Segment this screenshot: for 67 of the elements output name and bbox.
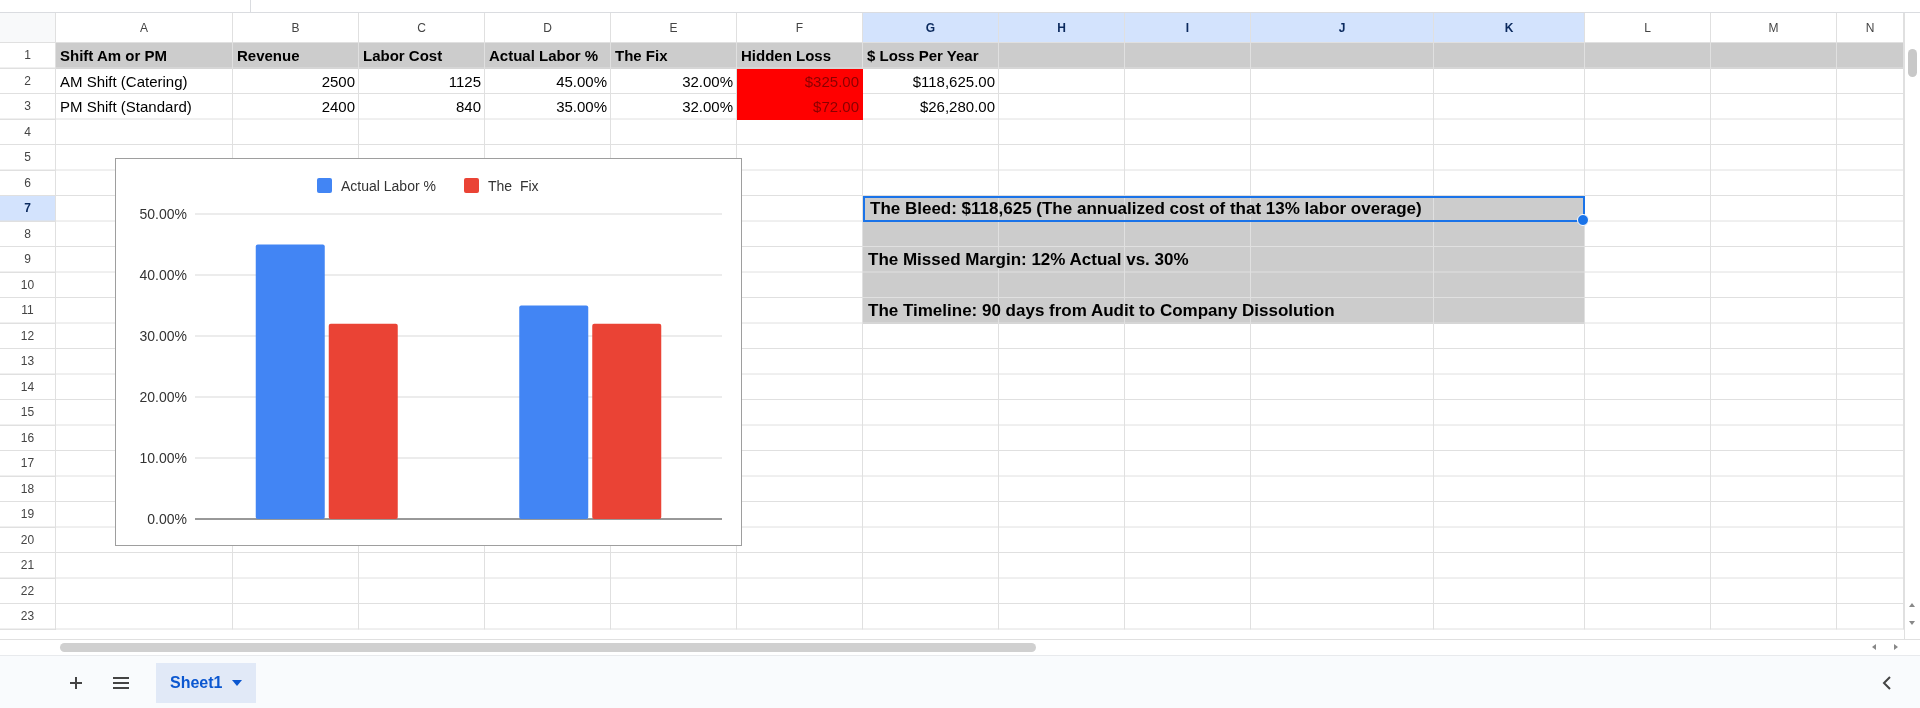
column-header[interactable]: J	[1251, 13, 1434, 43]
table-cell-text: 45.00%	[555, 71, 608, 92]
row-header[interactable]: 22	[0, 578, 56, 604]
note-text: The Timeline: 90 days from Audit to Company Dissolution	[867, 299, 1336, 322]
row-header[interactable]: 2	[0, 68, 56, 94]
column-title: Hidden Loss	[740, 46, 832, 67]
column-header[interactable]: K	[1434, 13, 1585, 43]
table-cell-text: 1125	[447, 71, 482, 92]
axis-label: 10.00%	[139, 450, 187, 466]
row-header[interactable]: 21	[0, 553, 56, 579]
note-text: The Missed Margin: 12% Actual vs. 30%	[867, 248, 1190, 271]
column-title: Labor Cost	[362, 46, 444, 67]
row-header[interactable]: 7	[0, 196, 56, 222]
table-cell-text: $118,625.00	[911, 71, 996, 92]
table-cell-text: AM Shift (Catering)	[59, 71, 189, 92]
axis-label: 0.00%	[147, 511, 187, 527]
axis-label: 20.00%	[139, 389, 187, 405]
row-header[interactable]: 17	[0, 451, 56, 477]
table-cell: $325.00	[737, 68, 863, 94]
chevron-left-icon	[1882, 675, 1892, 690]
row-header[interactable]: 19	[0, 502, 56, 528]
menu-icon	[112, 675, 130, 690]
row-header[interactable]: 20	[0, 527, 56, 553]
column-header[interactable]: I	[1125, 13, 1251, 43]
row-header[interactable]: 4	[0, 119, 56, 145]
table-cell-text: 32.00%	[681, 97, 734, 118]
row-header[interactable]: 12	[0, 323, 56, 349]
column-title: Revenue	[236, 46, 301, 67]
scrollbar-thumb[interactable]	[60, 643, 1036, 652]
row-header[interactable]: 16	[0, 425, 56, 451]
scroll-arrows-icon[interactable]	[1907, 601, 1917, 627]
column-title: Actual Labor %	[488, 46, 600, 67]
caret-icon	[232, 679, 243, 686]
table-cell-text: 840	[454, 97, 482, 118]
row-header[interactable]: 14	[0, 374, 56, 400]
row-header[interactable]: 18	[0, 476, 56, 502]
row-header[interactable]: 13	[0, 349, 56, 375]
scroll-arrows-icon[interactable]	[1870, 642, 1900, 652]
sheet-tab[interactable]: Sheet1	[156, 662, 257, 703]
column-title: Shift Am or PM	[59, 46, 168, 67]
table-cell-text: 35.00%	[555, 97, 608, 118]
column-title: The Fix	[614, 46, 669, 67]
table-cell-text: 32.00%	[681, 71, 734, 92]
row-header[interactable]: 9	[0, 247, 56, 273]
row-header[interactable]: 5	[0, 145, 56, 171]
row-header[interactable]: 3	[0, 94, 56, 120]
row-header[interactable]: 10	[0, 272, 56, 298]
legend-label: Actual Labor %	[341, 178, 436, 194]
table-cell-text: PM Shift (Standard)	[59, 97, 193, 118]
column-header[interactable]: H	[999, 13, 1125, 43]
legend-label: The Fix	[488, 178, 539, 194]
table-cell-text: $26,280.00	[918, 97, 996, 118]
column-title: $ Loss Per Year	[866, 46, 980, 67]
row-header[interactable]: 8	[0, 221, 56, 247]
row-header[interactable]: 1	[0, 43, 56, 69]
table-cell-text: 2400	[320, 97, 356, 118]
row-header[interactable]: 11	[0, 298, 56, 324]
column-header[interactable]: G	[863, 13, 999, 43]
axis-label: 30.00%	[139, 328, 187, 344]
table-cell-text: 2500	[320, 71, 356, 92]
row-header[interactable]: 23	[0, 604, 56, 630]
axis-label: 50.00%	[139, 206, 187, 222]
axis-label: 40.00%	[139, 267, 187, 283]
row-header[interactable]: 15	[0, 400, 56, 426]
plus-icon	[68, 674, 84, 691]
scrollbar-thumb[interactable]	[1908, 49, 1917, 77]
table-cell: $72.00	[737, 94, 863, 120]
